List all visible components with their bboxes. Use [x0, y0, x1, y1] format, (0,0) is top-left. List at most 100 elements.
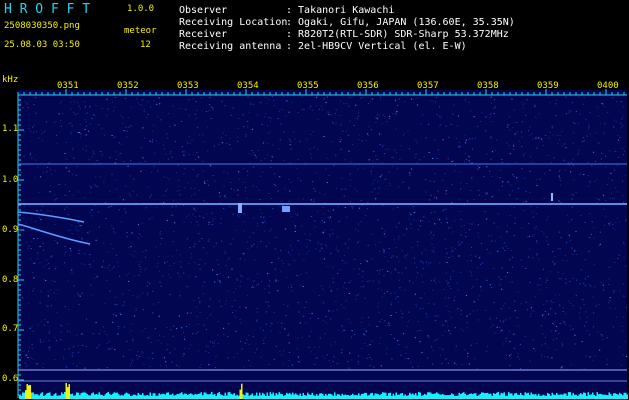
level-sample [212, 394, 214, 399]
noise-dot [403, 234, 405, 236]
noise-dot [194, 243, 196, 245]
level-sample [94, 394, 96, 399]
noise-dot [594, 181, 596, 183]
noise-dot [79, 132, 81, 133]
noise-dot [265, 222, 267, 223]
level-sample [247, 392, 249, 399]
noise-dot [544, 337, 546, 339]
noise-dot [379, 250, 381, 252]
noise-dot [521, 168, 523, 170]
noise-dot [167, 158, 169, 160]
noise-dot [87, 130, 90, 132]
noise-dot [434, 319, 437, 321]
level-sample [121, 394, 123, 399]
noise-dot [574, 343, 576, 345]
noise-dot [566, 214, 568, 216]
noise-dot [257, 273, 259, 275]
noise-dot [310, 199, 312, 201]
noise-dot [160, 342, 162, 344]
noise-dot [92, 151, 94, 153]
noise-dot [28, 350, 30, 352]
noise-dot [493, 324, 495, 326]
noise-dot [363, 259, 366, 261]
noise-dot [75, 226, 78, 228]
level-sample [256, 392, 258, 399]
noise-dot [348, 293, 350, 294]
noise-dot [287, 286, 289, 288]
noise-dot [171, 361, 173, 363]
noise-dot [485, 130, 487, 132]
noise-dot [226, 143, 228, 144]
noise-dot [568, 112, 570, 114]
noise-dot [124, 210, 127, 212]
noise-dot [164, 261, 166, 263]
noise-dot [252, 336, 254, 338]
noise-dot [337, 206, 339, 208]
noise-dot [86, 112, 88, 114]
noise-dot [208, 109, 210, 111]
noise-dot [528, 235, 531, 237]
noise-dot [546, 219, 548, 221]
noise-dot [613, 126, 615, 128]
noise-dot [574, 123, 576, 124]
noise-dot [177, 164, 179, 166]
noise-dot [614, 169, 616, 171]
noise-dot [559, 323, 561, 325]
noise-dot [367, 244, 369, 246]
noise-dot [380, 289, 382, 291]
noise-dot [486, 153, 488, 155]
noise-dot [479, 295, 481, 297]
noise-dot [328, 218, 330, 220]
level-sample [146, 395, 148, 399]
noise-dot [69, 247, 71, 249]
noise-dot [415, 140, 417, 142]
noise-dot [563, 143, 565, 145]
noise-dot [239, 286, 241, 288]
noise-dot [147, 114, 149, 116]
noise-dot [444, 173, 446, 175]
noise-dot [411, 98, 413, 100]
noise-dot [367, 281, 369, 283]
noise-dot [122, 293, 124, 295]
noise-dot [529, 315, 531, 317]
noise-dot [325, 102, 327, 103]
noise-dot [277, 257, 280, 259]
noise-dot [139, 266, 141, 268]
noise-dot [305, 272, 308, 274]
level-sample [155, 395, 157, 399]
noise-dot [55, 266, 57, 268]
level-sample [337, 394, 339, 399]
noise-dot [364, 334, 366, 336]
level-sample [116, 392, 118, 399]
noise-dot [514, 161, 516, 163]
noise-dot [273, 105, 276, 107]
level-sample [460, 394, 462, 399]
noise-dot [303, 108, 305, 110]
noise-dot [472, 286, 474, 288]
noise-dot [95, 185, 97, 187]
level-sample [266, 392, 268, 399]
noise-dot [64, 184, 66, 186]
level-sample [136, 395, 138, 399]
noise-dot [588, 251, 590, 253]
level-sample [538, 393, 540, 399]
noise-dot [297, 356, 300, 358]
noise-dot [294, 225, 297, 227]
noise-dot [280, 250, 282, 252]
level-sample [439, 394, 441, 399]
noise-dot [422, 307, 424, 309]
noise-dot [520, 303, 522, 305]
noise-dot [322, 207, 324, 208]
level-sample [379, 395, 381, 399]
noise-dot [542, 268, 544, 270]
noise-dot [397, 296, 399, 298]
noise-dot [508, 355, 511, 357]
level-sample [415, 393, 417, 399]
noise-dot [500, 279, 502, 281]
noise-dot [91, 156, 93, 158]
noise-dot [622, 283, 624, 285]
noise-dot [478, 319, 480, 321]
noise-dot [347, 318, 350, 320]
level-sample [359, 395, 361, 399]
noise-dot [244, 342, 246, 344]
